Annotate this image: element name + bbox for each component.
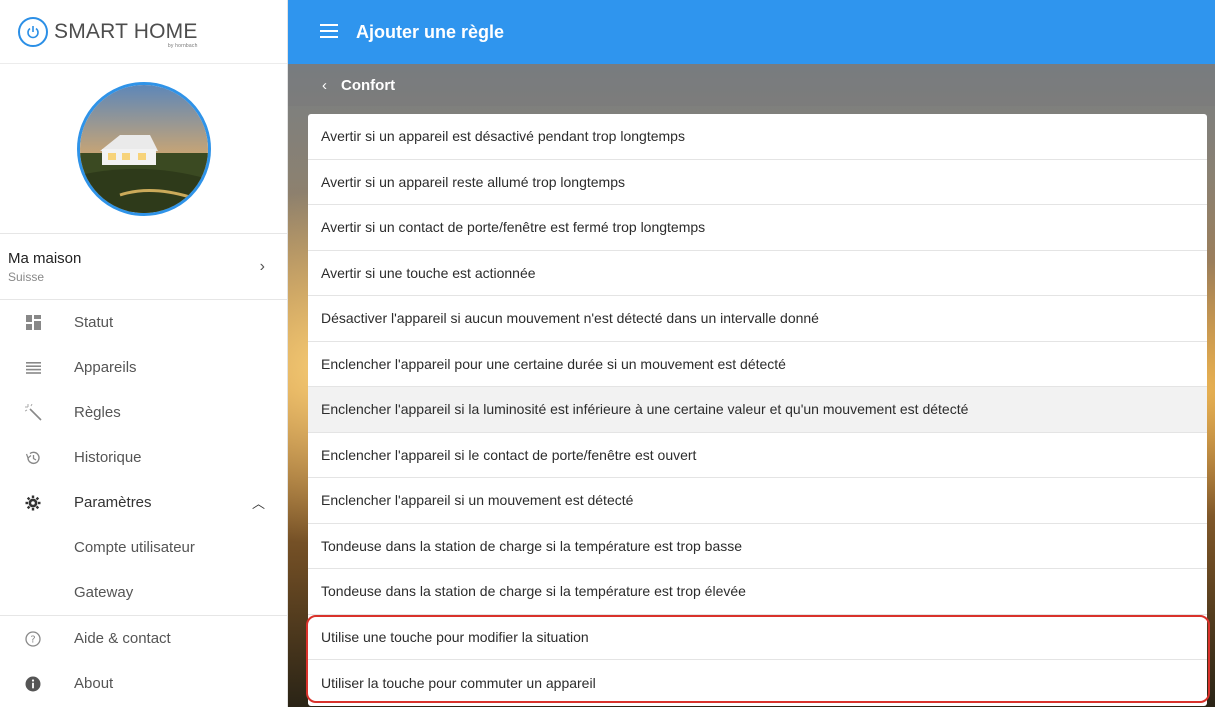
chevron-left-icon[interactable]: ‹ — [322, 77, 327, 94]
nav-regles-label: Règles — [74, 404, 121, 421]
nav-appareils[interactable]: Appareils — [0, 345, 287, 390]
nav-statut[interactable]: Statut — [0, 300, 287, 345]
nav-historique-label: Historique — [74, 449, 142, 466]
nav-parametres-label: Paramètres — [74, 494, 152, 511]
rule-item[interactable]: Désactiver l'appareil si aucun mouvement… — [308, 296, 1207, 342]
brand-logo[interactable]: SMART HOME by hornbach — [0, 0, 287, 64]
category-title: Confort — [341, 76, 396, 94]
rule-item[interactable]: Tondeuse dans la station de charge si la… — [308, 569, 1207, 615]
gear-icon — [24, 495, 42, 511]
page-title: Ajouter une règle — [356, 21, 505, 42]
chevron-up-icon[interactable]: ︿ — [252, 493, 265, 512]
category-header[interactable]: ‹ Confort — [288, 64, 1215, 106]
rule-item[interactable]: Avertir si un appareil est désactivé pen… — [308, 114, 1207, 160]
magic-wand-icon — [24, 404, 42, 421]
app-header: Ajouter une règle — [288, 0, 1215, 64]
info-icon — [24, 676, 42, 692]
nav-statut-label: Statut — [74, 314, 114, 331]
home-avatar[interactable] — [76, 81, 211, 216]
nav-gateway[interactable]: Gateway — [0, 570, 287, 615]
dashboard-icon — [24, 315, 42, 330]
nav-aide-contact[interactable]: ? Aide & contact — [0, 616, 287, 661]
nav-compte-utilisateur[interactable]: Compte utilisateur — [0, 525, 287, 570]
home-name: Ma maison — [8, 249, 82, 267]
rule-item[interactable]: Enclencher l'appareil pour une certaine … — [308, 342, 1207, 387]
rule-item[interactable]: Avertir si une touche est actionnée — [308, 251, 1207, 296]
svg-text:?: ? — [30, 634, 35, 645]
home-selector[interactable]: Ma maison Suisse › — [0, 234, 287, 300]
rule-item[interactable]: Tondeuse dans la station de charge si la… — [308, 524, 1207, 569]
nav-aide-label: Aide & contact — [74, 630, 171, 647]
home-country: Suisse — [8, 269, 45, 284]
power-icon — [18, 16, 48, 47]
rule-item[interactable]: Utiliser la touche pour commuter un appa… — [308, 660, 1207, 706]
nav-about-label: About — [74, 675, 114, 692]
hamburger-menu-icon[interactable] — [320, 21, 340, 44]
nav-regles[interactable]: Règles — [0, 390, 287, 435]
rule-item[interactable]: Enclencher l'appareil si un mouvement es… — [308, 478, 1207, 524]
brand-sub: by hornbach — [167, 42, 198, 49]
nav-appareils-label: Appareils — [74, 359, 137, 376]
avatar-area — [0, 64, 287, 234]
rule-item[interactable]: Enclencher l'appareil si le contact de p… — [308, 433, 1207, 478]
brand-name: SMART HOME by hornbach — [54, 19, 198, 49]
history-icon — [24, 450, 42, 466]
rule-list: Avertir si un appareil est désactivé pen… — [308, 114, 1207, 706]
nav-about[interactable]: About — [0, 661, 287, 706]
nav-historique[interactable]: Historique — [0, 435, 287, 480]
nav-parametres[interactable]: Paramètres ︿ — [0, 480, 287, 525]
rule-item[interactable]: Enclencher l'appareil si la luminosité e… — [308, 387, 1207, 433]
rule-item[interactable]: Avertir si un appareil reste allumé trop… — [308, 160, 1207, 205]
sidebar: SMART HOME by hornbach Ma maison Suisse … — [0, 0, 288, 707]
rule-item[interactable]: Avertir si un contact de porte/fenêtre e… — [308, 205, 1207, 251]
list-icon — [24, 361, 42, 374]
main-content: Ajouter une règle ‹ Confort Avertir si u… — [288, 0, 1215, 707]
rule-item[interactable]: Utilise une touche pour modifier la situ… — [308, 615, 1207, 660]
chevron-right-icon: › — [259, 257, 265, 275]
help-icon: ? — [24, 630, 42, 647]
